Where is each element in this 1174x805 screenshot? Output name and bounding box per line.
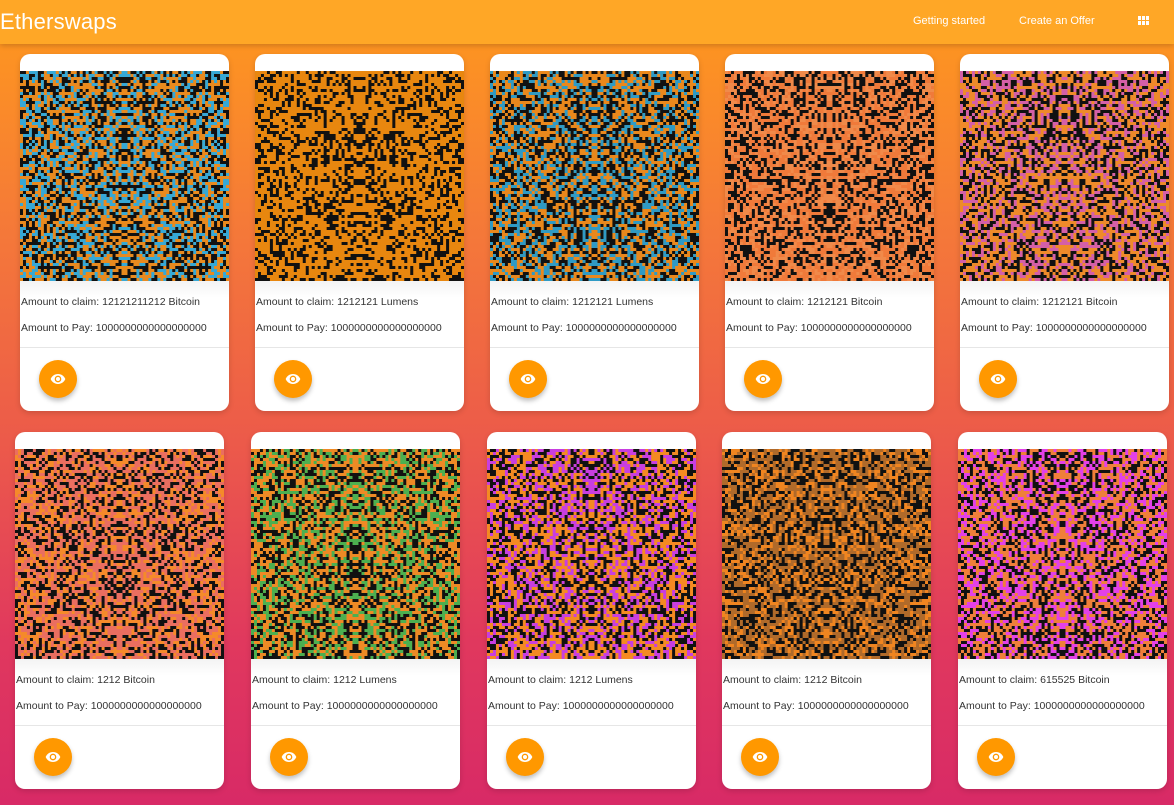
card-divider	[255, 347, 464, 348]
offer-details: Amount to claim: 615525 Bitcoin Amount to…	[958, 659, 1167, 725]
view-offer-button[interactable]	[979, 360, 1017, 398]
offer-card: Amount to claim: 12121211212 Bitcoin Amou…	[20, 54, 229, 411]
eye-icon	[281, 749, 297, 765]
view-offer-button[interactable]	[34, 738, 72, 776]
amount-to-claim: Amount to claim: 12121211212 Bitcoin	[21, 296, 201, 308]
offer-card: Amount to claim: 615525 Bitcoin Amount to…	[958, 432, 1167, 789]
offer-details: Amount to claim: 1212 Bitcoin Amount to P…	[15, 659, 224, 725]
eye-icon	[988, 749, 1004, 765]
amount-to-claim: Amount to claim: 1212121 Bitcoin	[726, 296, 883, 308]
amount-to-pay: Amount to Pay: 1000000000000000000	[723, 700, 909, 712]
offer-identicon	[15, 449, 224, 659]
amount-to-pay: Amount to Pay: 1000000000000000000	[961, 322, 1147, 334]
card-divider	[490, 347, 699, 348]
offer-details: Amount to claim: 1212121 Bitcoin Amount t…	[725, 281, 934, 347]
card-divider	[251, 725, 460, 726]
amount-to-claim: Amount to claim: 1212121 Bitcoin	[961, 296, 1118, 308]
view-offer-button[interactable]	[506, 738, 544, 776]
card-divider	[15, 725, 224, 726]
offer-identicon	[251, 449, 460, 659]
offer-identicon	[722, 449, 931, 659]
amount-to-pay: Amount to Pay: 1000000000000000000	[256, 322, 442, 334]
offer-card: Amount to claim: 1212 Bitcoin Amount to P…	[15, 432, 224, 789]
offer-identicon	[958, 449, 1167, 659]
offer-identicon	[490, 71, 699, 281]
amount-to-pay: Amount to Pay: 1000000000000000000	[21, 322, 207, 334]
offer-card: Amount to claim: 1212121 Bitcoin Amount t…	[725, 54, 934, 411]
offer-identicon	[960, 71, 1169, 281]
amount-to-pay: Amount to Pay: 1000000000000000000	[726, 322, 912, 334]
card-divider	[722, 725, 931, 726]
eye-icon	[520, 371, 536, 387]
offer-identicon	[725, 71, 934, 281]
view-offer-button[interactable]	[509, 360, 547, 398]
eye-icon	[517, 749, 533, 765]
view-offer-button[interactable]	[741, 738, 779, 776]
amount-to-pay: Amount to Pay: 1000000000000000000	[491, 322, 677, 334]
offer-card: Amount to claim: 1212121 Lumens Amount to…	[255, 54, 464, 411]
offer-card: Amount to claim: 1212 Lumens Amount to Pa…	[487, 432, 696, 789]
amount-to-pay: Amount to Pay: 1000000000000000000	[16, 700, 202, 712]
grid-apps-icon[interactable]	[1138, 16, 1150, 26]
amount-to-claim: Amount to claim: 1212121 Lumens	[491, 296, 654, 308]
offer-card: Amount to claim: 1212121 Lumens Amount to…	[490, 54, 699, 411]
eye-icon	[285, 371, 301, 387]
offer-details: Amount to claim: 1212 Lumens Amount to Pa…	[487, 659, 696, 725]
eye-icon	[755, 371, 771, 387]
view-offer-button[interactable]	[274, 360, 312, 398]
offer-details: Amount to claim: 1212121 Bitcoin Amount t…	[960, 281, 1169, 347]
card-divider	[20, 347, 229, 348]
amount-to-claim: Amount to claim: 1212121 Lumens	[256, 296, 419, 308]
offer-identicon	[255, 71, 464, 281]
offer-details: Amount to claim: 1212 Bitcoin Amount to P…	[722, 659, 931, 725]
amount-to-pay: Amount to Pay: 1000000000000000000	[959, 700, 1145, 712]
offer-details: Amount to claim: 12121211212 Bitcoin Amou…	[20, 281, 229, 347]
nav-getting-started[interactable]: Getting started	[913, 15, 985, 27]
eye-icon	[752, 749, 768, 765]
amount-to-claim: Amount to claim: 1212 Lumens	[252, 674, 397, 686]
offer-identicon	[487, 449, 696, 659]
amount-to-claim: Amount to claim: 1212 Bitcoin	[723, 674, 862, 686]
offer-details: Amount to claim: 1212121 Lumens Amount to…	[255, 281, 464, 347]
offer-card: Amount to claim: 1212 Bitcoin Amount to P…	[722, 432, 931, 789]
view-offer-button[interactable]	[270, 738, 308, 776]
eye-icon	[990, 371, 1006, 387]
amount-to-claim: Amount to claim: 615525 Bitcoin	[959, 674, 1110, 686]
brand-title[interactable]: Etherswaps	[0, 9, 117, 35]
view-offer-button[interactable]	[744, 360, 782, 398]
view-offer-button[interactable]	[39, 360, 77, 398]
eye-icon	[45, 749, 61, 765]
card-divider	[725, 347, 934, 348]
amount-to-pay: Amount to Pay: 1000000000000000000	[252, 700, 438, 712]
view-offer-button[interactable]	[977, 738, 1015, 776]
amount-to-claim: Amount to claim: 1212 Bitcoin	[16, 674, 155, 686]
top-app-bar: Etherswaps Getting started Create an Off…	[0, 0, 1174, 44]
offer-card: Amount to claim: 1212121 Bitcoin Amount t…	[960, 54, 1169, 411]
eye-icon	[50, 371, 66, 387]
amount-to-pay: Amount to Pay: 1000000000000000000	[488, 700, 674, 712]
card-divider	[960, 347, 1169, 348]
card-divider	[487, 725, 696, 726]
nav-create-offer[interactable]: Create an Offer	[1019, 15, 1095, 27]
card-divider	[958, 725, 1167, 726]
offer-identicon	[20, 71, 229, 281]
offer-details: Amount to claim: 1212121 Lumens Amount to…	[490, 281, 699, 347]
offer-card: Amount to claim: 1212 Lumens Amount to Pa…	[251, 432, 460, 789]
amount-to-claim: Amount to claim: 1212 Lumens	[488, 674, 633, 686]
offer-details: Amount to claim: 1212 Lumens Amount to Pa…	[251, 659, 460, 725]
